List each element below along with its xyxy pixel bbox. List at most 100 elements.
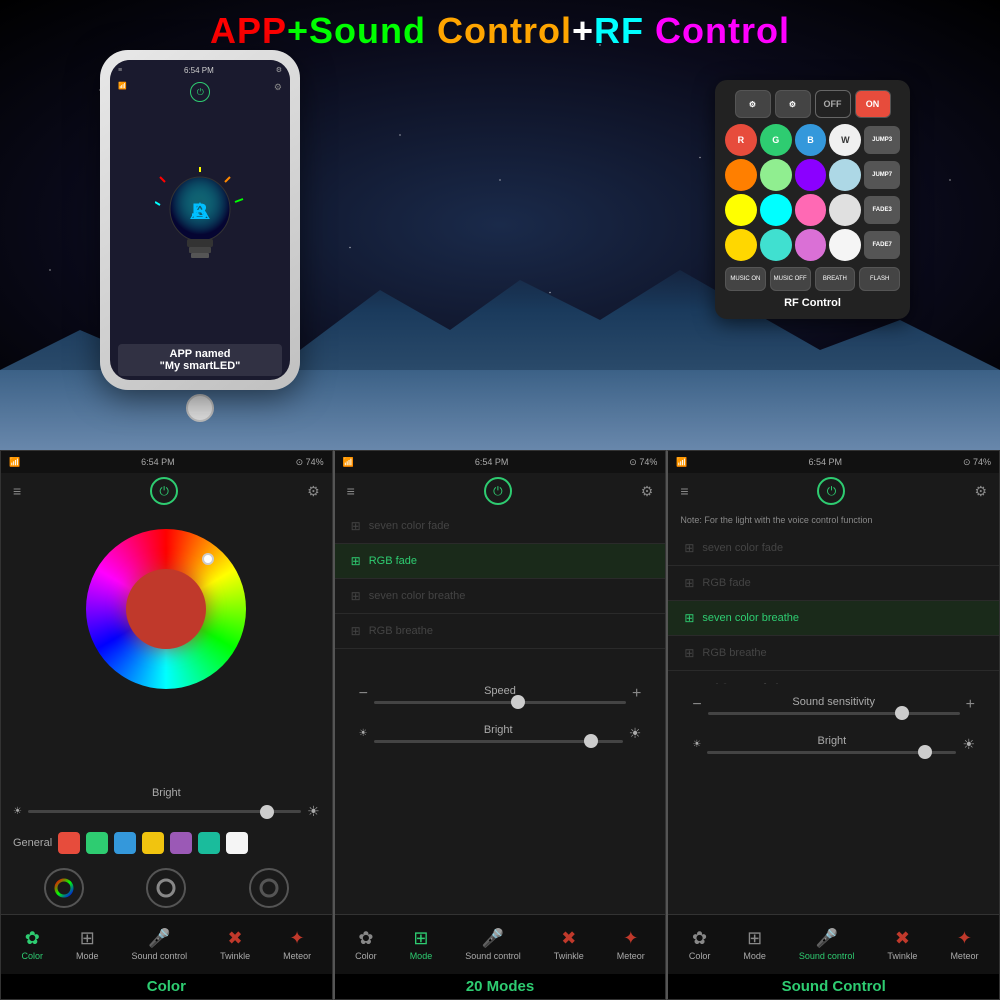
- screen2-nav-mode[interactable]: ⊞ Mode: [410, 928, 433, 961]
- screen2-bright-thumb[interactable]: [584, 734, 598, 748]
- remote-yellow-btn[interactable]: [725, 194, 757, 226]
- remote-lightgreen-btn[interactable]: [760, 159, 792, 191]
- screen3-nav-color[interactable]: ✿ Color: [689, 928, 711, 961]
- screen3-power-btn[interactable]: ⏻: [817, 477, 845, 505]
- remote-red-btn[interactable]: R: [725, 124, 757, 156]
- screen1-settings-icon[interactable]: ⚙: [307, 483, 320, 500]
- remote-fade7-btn[interactable]: FADE7: [864, 231, 900, 259]
- remote-jump7-btn[interactable]: JUMP7: [864, 161, 900, 189]
- screen1-nav-mode[interactable]: ⊞ Mode: [76, 928, 99, 961]
- remote-lightblue-btn[interactable]: [829, 159, 861, 191]
- remote-white-btn[interactable]: W: [829, 124, 861, 156]
- screen1-nav-color[interactable]: ✿ Color: [22, 928, 44, 961]
- screen1-menu-icon[interactable]: ≡: [13, 483, 21, 499]
- remote-off-btn[interactable]: OFF: [815, 90, 851, 118]
- remote-orchid-btn[interactable]: [795, 229, 827, 261]
- remote-jump3-btn[interactable]: JUMP3: [864, 126, 900, 154]
- mode-item-scb[interactable]: ⊞ seven color breathe: [335, 579, 666, 614]
- mode-item-rgbb[interactable]: ⊞ RGB breathe: [335, 614, 666, 649]
- remote-gold-btn[interactable]: [725, 229, 757, 261]
- remote-turquoise-btn[interactable]: [760, 229, 792, 261]
- remote-breath-btn[interactable]: BREATH: [815, 267, 856, 291]
- color-wheel[interactable]: [86, 529, 246, 689]
- screen3-mode-rgf[interactable]: ⊞ red & green fade: [668, 671, 999, 684]
- wheel-option-2[interactable]: [146, 868, 186, 908]
- remote-on-btn[interactable]: ON: [855, 90, 891, 118]
- screen2-bright-slider-row: ☀ Bright ☀: [347, 720, 654, 747]
- screen1-nav-meteor[interactable]: ✦ Meteor: [283, 928, 311, 961]
- preset-purple[interactable]: [170, 832, 192, 854]
- screen3-mode-scf[interactable]: ⊞ seven color fade: [668, 531, 999, 566]
- remote-white2-btn[interactable]: [829, 194, 861, 226]
- screen2-menu-icon[interactable]: ≡: [347, 483, 355, 499]
- screen2-spacer: [335, 751, 666, 915]
- remote-white3-btn[interactable]: [829, 229, 861, 261]
- screen2-speed-thumb[interactable]: [511, 695, 525, 709]
- screen3-text-rgbf: RGB fade: [702, 577, 750, 589]
- screen2-settings-icon[interactable]: ⚙: [641, 483, 654, 500]
- preset-green[interactable]: [86, 832, 108, 854]
- screen2-speed-plus[interactable]: +: [632, 685, 641, 703]
- screen3-nav-twinkle[interactable]: ✖ Twinkle: [887, 928, 917, 961]
- screen1-nav-twinkle[interactable]: ✖ Twinkle: [220, 928, 250, 961]
- screen2-nav-sound[interactable]: 🎤 Sound control: [465, 928, 521, 961]
- remote-fade3-btn[interactable]: FADE3: [864, 196, 900, 224]
- screen3-sensitivity-plus[interactable]: +: [966, 696, 975, 714]
- preset-blue[interactable]: [114, 832, 136, 854]
- screen3-signal-icon: 📶: [676, 457, 687, 468]
- remote-music-off-btn[interactable]: MUSIC OFF: [770, 267, 811, 291]
- mode-item-rgbf[interactable]: ⊞ RGB fade: [335, 544, 666, 579]
- screen3-sensitivity-thumb[interactable]: [895, 706, 909, 720]
- remote-green-btn[interactable]: G: [760, 124, 792, 156]
- remote-violet-btn[interactable]: [795, 159, 827, 191]
- phone-power-btn[interactable]: ⏻: [190, 82, 210, 102]
- wheel-option-1[interactable]: [44, 868, 84, 908]
- screen1-bright-thumb[interactable]: [260, 805, 274, 819]
- title-plus1: +: [287, 10, 309, 51]
- screen2-power-btn[interactable]: ⏻: [484, 477, 512, 505]
- phone-home-button[interactable]: [186, 394, 214, 422]
- screen3-title-label: Sound Control: [668, 974, 999, 999]
- screen3-mode-rgbf[interactable]: ⊞ RGB fade: [668, 566, 999, 601]
- remote-title-label: RF Control: [725, 297, 900, 309]
- remote-blue-btn[interactable]: B: [795, 124, 827, 156]
- screen2-nav-meteor[interactable]: ✦ Meteor: [617, 928, 645, 961]
- screen2-nav-twinkle[interactable]: ✖ Twinkle: [554, 928, 584, 961]
- wheel-option-3[interactable]: [249, 868, 289, 908]
- screen2-speed-track[interactable]: [374, 701, 626, 704]
- preset-yellow[interactable]: [142, 832, 164, 854]
- screen3-menu-icon[interactable]: ≡: [680, 483, 688, 499]
- screen3-nav-mode[interactable]: ⊞ Mode: [743, 928, 766, 961]
- phone-app-name: APP named "My smartLED": [118, 344, 282, 376]
- remote-cyan-btn[interactable]: [760, 194, 792, 226]
- mode-item-scf[interactable]: ⊞ seven color fade: [335, 509, 666, 544]
- remote-pink-btn[interactable]: [795, 194, 827, 226]
- screen3-mode-rgbb[interactable]: ⊞ RGB breathe: [668, 636, 999, 671]
- screen3-nav-meteor[interactable]: ✦ Meteor: [950, 928, 978, 961]
- color-screen: 📶 6:54 PM ⊙ 74% ≡ ⏻ ⚙ Bright ☀: [0, 450, 333, 1000]
- remote-music-on-btn[interactable]: MUSIC ON: [725, 267, 766, 291]
- preset-white[interactable]: [226, 832, 248, 854]
- remote-gear1-btn[interactable]: ⚙: [735, 90, 771, 118]
- screen2-bright-track[interactable]: [374, 740, 623, 743]
- screen3-sensitivity-minus[interactable]: −: [692, 696, 701, 714]
- mode-grid-icon-rgbb: ⊞: [351, 624, 361, 638]
- remote-flash-btn[interactable]: FLASH: [859, 267, 900, 291]
- color-wheel-selector: [202, 553, 214, 565]
- remote-orange-btn[interactable]: [725, 159, 757, 191]
- screen2-nav-color[interactable]: ✿ Color: [355, 928, 377, 961]
- preset-teal[interactable]: [198, 832, 220, 854]
- screen3-bright-track[interactable]: [707, 751, 956, 754]
- remote-gear2-btn[interactable]: ⚙: [775, 90, 811, 118]
- screen3-bright-thumb[interactable]: [918, 745, 932, 759]
- screen1-bright-track[interactable]: [28, 810, 301, 813]
- mode-grid-icon-scb: ⊞: [351, 589, 361, 603]
- screen3-mode-scb[interactable]: ⊞ seven color breathe: [668, 601, 999, 636]
- screen3-settings-icon[interactable]: ⚙: [974, 483, 987, 500]
- screen3-nav-sound[interactable]: 🎤 Sound control: [799, 928, 855, 961]
- screen3-sensitivity-track[interactable]: [708, 712, 960, 715]
- screen1-power-btn[interactable]: ⏻: [150, 477, 178, 505]
- screen2-speed-minus[interactable]: −: [359, 685, 368, 703]
- preset-red[interactable]: [58, 832, 80, 854]
- screen1-nav-sound[interactable]: 🎤 Sound control: [132, 928, 188, 961]
